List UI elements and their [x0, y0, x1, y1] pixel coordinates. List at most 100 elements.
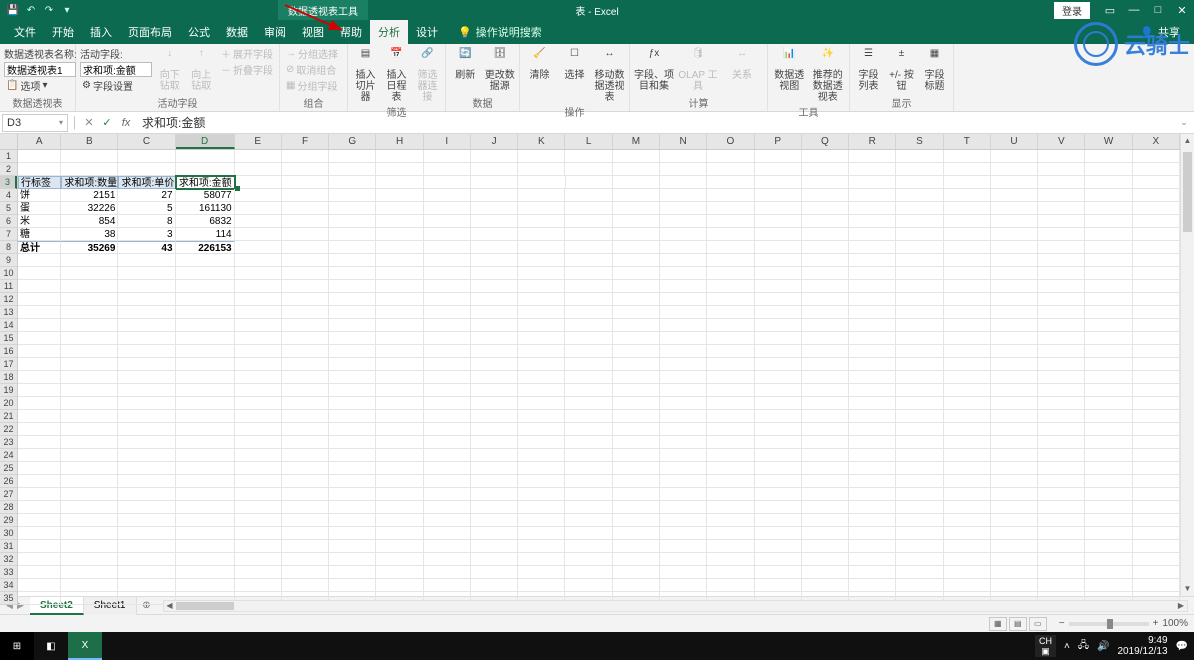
cell-H6[interactable]	[376, 215, 423, 228]
cell-D31[interactable]	[176, 540, 235, 553]
cell-E33[interactable]	[235, 566, 282, 579]
cell-F23[interactable]	[282, 436, 329, 449]
cell-G3[interactable]	[329, 176, 376, 189]
cell-D29[interactable]	[176, 514, 235, 527]
cell-D14[interactable]	[176, 319, 235, 332]
cell-T3[interactable]	[944, 176, 991, 189]
cell-V11[interactable]	[1038, 280, 1085, 293]
cell-L27[interactable]	[565, 488, 612, 501]
col-header-P[interactable]: P	[755, 134, 802, 149]
cell-A19[interactable]	[18, 384, 61, 397]
cell-A18[interactable]	[18, 371, 61, 384]
cell-J11[interactable]	[471, 280, 518, 293]
cell-N22[interactable]	[660, 423, 707, 436]
cell-M31[interactable]	[613, 540, 660, 553]
cell-L31[interactable]	[565, 540, 612, 553]
cell-F24[interactable]	[282, 449, 329, 462]
cell-T19[interactable]	[944, 384, 991, 397]
cell-R30[interactable]	[849, 527, 896, 540]
cell-M17[interactable]	[613, 358, 660, 371]
cell-C16[interactable]	[118, 345, 175, 358]
cell-K29[interactable]	[518, 514, 565, 527]
cell-D33[interactable]	[176, 566, 235, 579]
cell-L34[interactable]	[565, 579, 612, 592]
cell-L7[interactable]	[565, 228, 612, 241]
recommended-pivot-button[interactable]: ✨推荐的数据透视表	[811, 46, 846, 103]
cell-H26[interactable]	[376, 475, 423, 488]
cell-K34[interactable]	[518, 579, 565, 592]
share-button[interactable]: 👤 共享	[1140, 24, 1194, 40]
cell-Q30[interactable]	[802, 527, 849, 540]
cell-K32[interactable]	[518, 553, 565, 566]
cell-M16[interactable]	[613, 345, 660, 358]
cell-Q11[interactable]	[802, 280, 849, 293]
cell-P5[interactable]	[755, 202, 802, 215]
cell-F11[interactable]	[282, 280, 329, 293]
cell-K26[interactable]	[518, 475, 565, 488]
cell-N21[interactable]	[660, 410, 707, 423]
cell-J13[interactable]	[471, 306, 518, 319]
cell-E20[interactable]	[235, 397, 282, 410]
cell-O26[interactable]	[707, 475, 754, 488]
cell-J12[interactable]	[471, 293, 518, 306]
tab-formulas[interactable]: 公式	[180, 20, 218, 44]
cell-H20[interactable]	[376, 397, 423, 410]
cell-B29[interactable]	[61, 514, 118, 527]
cell-H18[interactable]	[376, 371, 423, 384]
cell-M4[interactable]	[613, 189, 660, 202]
cell-F6[interactable]	[282, 215, 329, 228]
minimize-icon[interactable]: —	[1122, 0, 1146, 20]
cell-V13[interactable]	[1038, 306, 1085, 319]
cell-H29[interactable]	[376, 514, 423, 527]
cell-Q10[interactable]	[802, 267, 849, 280]
cell-C8[interactable]: 43	[118, 241, 175, 254]
cell-T34[interactable]	[944, 579, 991, 592]
cell-H27[interactable]	[376, 488, 423, 501]
cell-B7[interactable]: 38	[61, 228, 118, 241]
cell-X7[interactable]	[1133, 228, 1180, 241]
cell-H15[interactable]	[376, 332, 423, 345]
cell-P16[interactable]	[755, 345, 802, 358]
cell-J1[interactable]	[471, 150, 518, 163]
cell-M3[interactable]	[613, 176, 660, 189]
cell-V18[interactable]	[1038, 371, 1085, 384]
cell-B13[interactable]	[61, 306, 118, 319]
cell-B14[interactable]	[61, 319, 118, 332]
insert-slicer-button[interactable]: ▤插入切片器	[352, 46, 379, 103]
cell-P14[interactable]	[755, 319, 802, 332]
name-box-dropdown-icon[interactable]: ▾	[59, 118, 63, 127]
cell-H11[interactable]	[376, 280, 423, 293]
cell-Q8[interactable]	[802, 241, 849, 254]
cell-B1[interactable]	[61, 150, 118, 163]
normal-view-icon[interactable]: ▦	[989, 617, 1007, 631]
cell-K21[interactable]	[518, 410, 565, 423]
cell-D17[interactable]	[176, 358, 235, 371]
cell-I19[interactable]	[424, 384, 471, 397]
cell-I24[interactable]	[424, 449, 471, 462]
cell-T16[interactable]	[944, 345, 991, 358]
cell-W22[interactable]	[1085, 423, 1132, 436]
cell-S26[interactable]	[896, 475, 943, 488]
cell-A17[interactable]	[18, 358, 61, 371]
cell-S17[interactable]	[896, 358, 943, 371]
cell-E25[interactable]	[235, 462, 282, 475]
cell-B26[interactable]	[61, 475, 118, 488]
cell-M12[interactable]	[613, 293, 660, 306]
cell-K14[interactable]	[518, 319, 565, 332]
cell-B8[interactable]: 35269	[61, 241, 118, 254]
cell-J19[interactable]	[471, 384, 518, 397]
cell-M33[interactable]	[613, 566, 660, 579]
cell-P19[interactable]	[755, 384, 802, 397]
cell-A34[interactable]	[18, 579, 61, 592]
cell-H19[interactable]	[376, 384, 423, 397]
cell-M34[interactable]	[613, 579, 660, 592]
cell-I34[interactable]	[424, 579, 471, 592]
cell-S28[interactable]	[896, 501, 943, 514]
cell-H10[interactable]	[376, 267, 423, 280]
cell-Q20[interactable]	[802, 397, 849, 410]
cell-D12[interactable]	[176, 293, 235, 306]
cell-W15[interactable]	[1085, 332, 1132, 345]
cell-K13[interactable]	[518, 306, 565, 319]
cell-R5[interactable]	[849, 202, 896, 215]
cell-B28[interactable]	[61, 501, 118, 514]
